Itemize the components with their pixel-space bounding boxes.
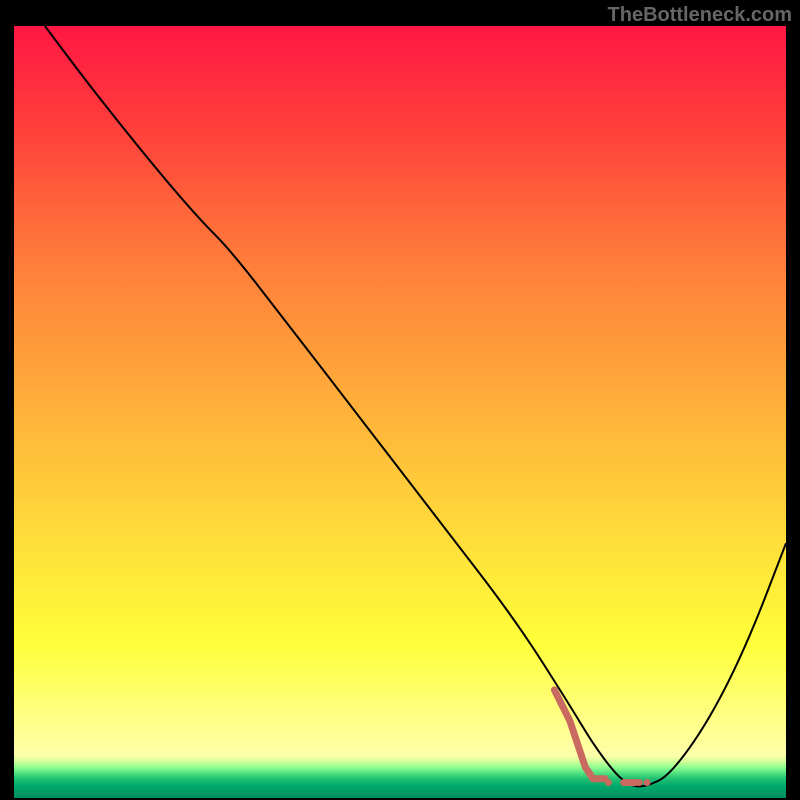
chart-plot-area bbox=[14, 26, 786, 798]
watermark-text: TheBottleneck.com bbox=[608, 4, 792, 27]
main-curve bbox=[45, 26, 786, 786]
chart-lines bbox=[14, 26, 786, 798]
